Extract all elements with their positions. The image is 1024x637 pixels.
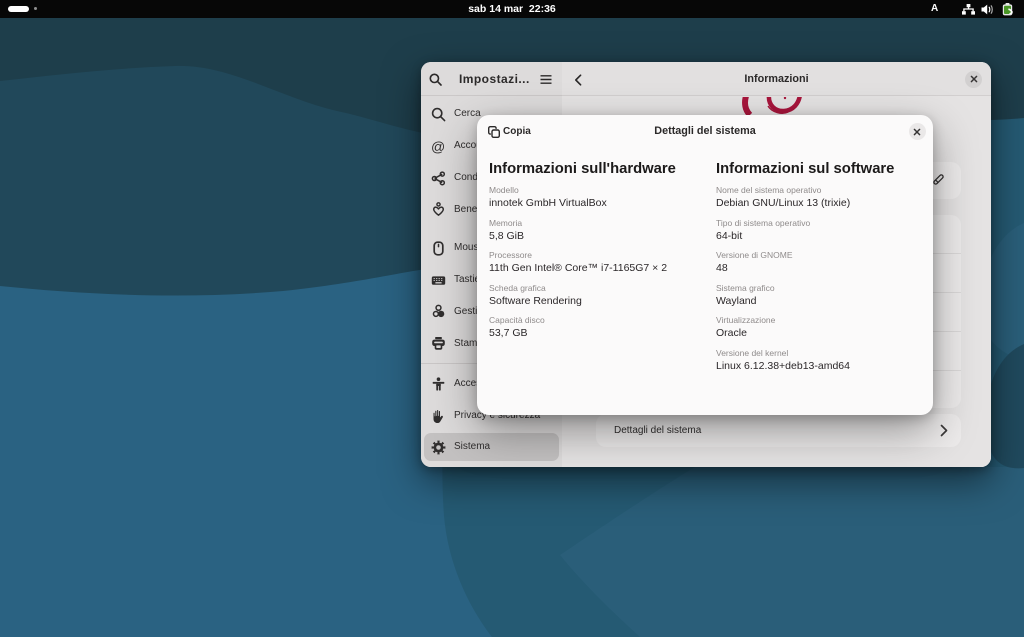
svg-text:@: @ — [431, 139, 445, 154]
